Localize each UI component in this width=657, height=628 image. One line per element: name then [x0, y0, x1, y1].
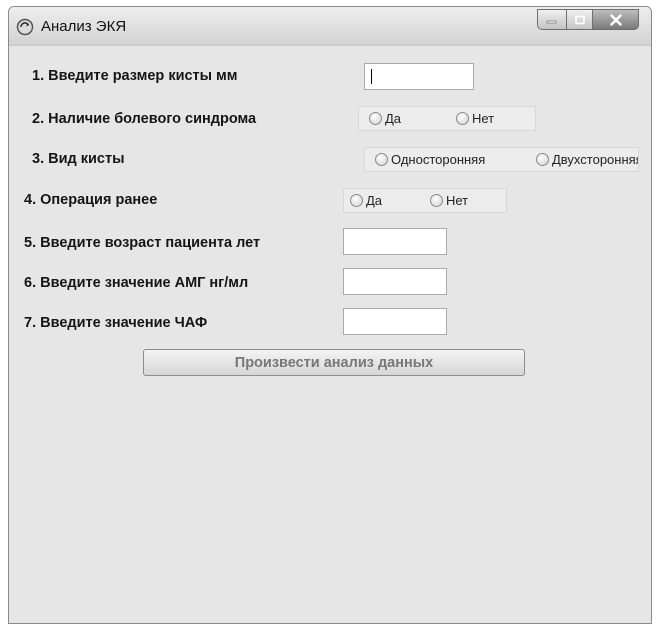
radio-button-icon — [430, 194, 443, 207]
analyze-data-button[interactable]: Произвести анализ данных — [143, 349, 525, 376]
cyst-unilateral-label: Односторонняя — [391, 152, 486, 167]
maximize-button[interactable] — [567, 9, 593, 30]
previous-surgery-radio-group: Да Нет — [343, 188, 507, 213]
pain-yes-radio[interactable]: Да — [369, 111, 401, 126]
cyst-unilateral-radio[interactable]: Односторонняя — [375, 152, 485, 167]
amh-value-input[interactable] — [343, 268, 447, 295]
radio-button-icon — [375, 153, 388, 166]
surgery-yes-label: Да — [366, 193, 383, 208]
pain-no-label: Нет — [472, 111, 495, 126]
radio-button-icon — [350, 194, 363, 207]
patient-age-label: 5. Введите возраст пациента лет — [24, 235, 261, 251]
afc-value-input[interactable] — [343, 308, 447, 335]
previous-surgery-label: 4. Операция ранее — [24, 192, 158, 208]
cyst-size-label: 1. Введите размер кисты мм — [32, 68, 238, 84]
afc-value-label: 7. Введите значение ЧАФ — [24, 315, 208, 331]
close-button[interactable] — [593, 9, 639, 30]
pain-yes-label: Да — [385, 111, 402, 126]
radio-button-icon — [536, 153, 549, 166]
surgery-no-radio[interactable]: Нет — [430, 193, 468, 208]
patient-age-input[interactable] — [343, 228, 447, 255]
pain-syndrome-radio-group: Да Нет — [358, 106, 536, 131]
cyst-type-radio-group: Односторонняя Двухсторонняя — [364, 147, 639, 172]
pain-no-radio[interactable]: Нет — [456, 111, 494, 126]
cyst-bilateral-label: Двухсторонняя — [552, 152, 639, 167]
maximize-icon — [574, 15, 585, 24]
amh-value-label: 6. Введите значение АМГ нг/мл — [24, 275, 249, 291]
text-caret — [371, 69, 372, 84]
cyst-size-input[interactable] — [364, 63, 474, 90]
window-title: Анализ ЭКЯ — [41, 18, 127, 35]
close-icon — [609, 13, 622, 26]
app-icon — [16, 18, 34, 36]
title-bar[interactable]: Анализ ЭКЯ — [9, 7, 651, 46]
app-window: Анализ ЭКЯ 1. Введите размер кисты мм 2.… — [8, 6, 652, 624]
radio-button-icon — [369, 112, 382, 125]
minimize-button[interactable] — [537, 9, 567, 30]
surgery-no-label: Нет — [446, 193, 469, 208]
surgery-yes-radio[interactable]: Да — [350, 193, 382, 208]
minimize-icon — [546, 20, 557, 23]
cyst-type-label: 3. Вид кисты — [32, 151, 125, 167]
window-controls — [537, 9, 639, 30]
cyst-bilateral-radio[interactable]: Двухсторонняя — [536, 152, 639, 167]
radio-button-icon — [456, 112, 469, 125]
pain-syndrome-label: 2. Наличие болевого синдрома — [32, 111, 257, 127]
